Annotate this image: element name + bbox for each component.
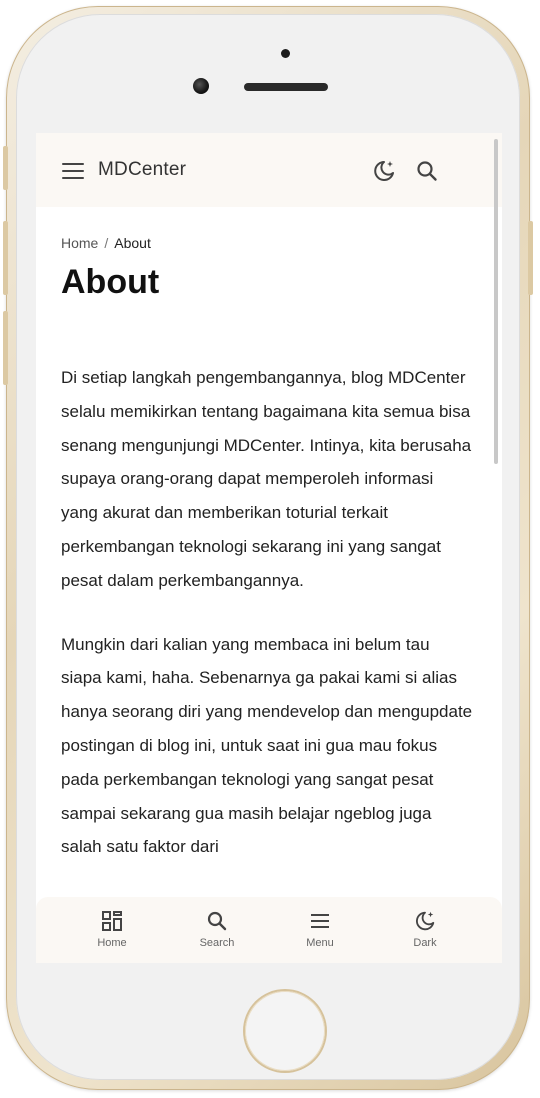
breadcrumb-current: About [114, 235, 151, 251]
dark-mode-icon [416, 911, 435, 931]
screen: MDCenter Home / About About Di setiap lang… [36, 133, 502, 963]
dark-mode-icon[interactable] [371, 158, 397, 184]
page-title: About [61, 263, 160, 301]
breadcrumb-home-link[interactable]: Home [61, 235, 98, 251]
top-app-bar: MDCenter [36, 133, 502, 207]
nav-label-menu: Menu [306, 937, 334, 949]
article-paragraph: Mungkin dari kalian yang membaca ini bel… [61, 634, 473, 857]
volume-up-button [3, 221, 8, 295]
search-icon [207, 911, 227, 931]
nav-item-home[interactable]: Home [72, 909, 152, 957]
article-paragraph: Di setiap langkah pengembangannya, blog … [61, 368, 472, 590]
nav-label-home: Home [97, 937, 127, 949]
nav-item-dark[interactable]: Dark [385, 909, 465, 957]
scrollbar[interactable] [494, 139, 498, 464]
earpiece-speaker [244, 83, 328, 91]
site-brand[interactable]: MDCenter [98, 159, 186, 181]
volume-down-button [3, 311, 8, 385]
menu-icon [311, 914, 329, 928]
side-button [3, 146, 8, 190]
sensor-dot [281, 49, 290, 58]
breadcrumb-separator: / [104, 235, 109, 251]
home-button[interactable] [245, 991, 325, 1071]
nav-item-search[interactable]: Search [177, 909, 257, 957]
grid-icon [102, 911, 122, 931]
breadcrumb: Home / About [61, 235, 151, 251]
nav-label-dark: Dark [413, 937, 437, 949]
search-icon[interactable] [414, 158, 440, 184]
front-camera [193, 78, 209, 94]
nav-item-menu[interactable]: Menu [280, 909, 360, 957]
power-button [528, 221, 533, 295]
bottom-navigation: Home Search Menu Dark [36, 897, 502, 963]
article-body: Di setiap langkah pengembangannya, blog … [61, 361, 473, 894]
menu-icon[interactable] [62, 162, 84, 180]
nav-label-search: Search [199, 937, 235, 949]
